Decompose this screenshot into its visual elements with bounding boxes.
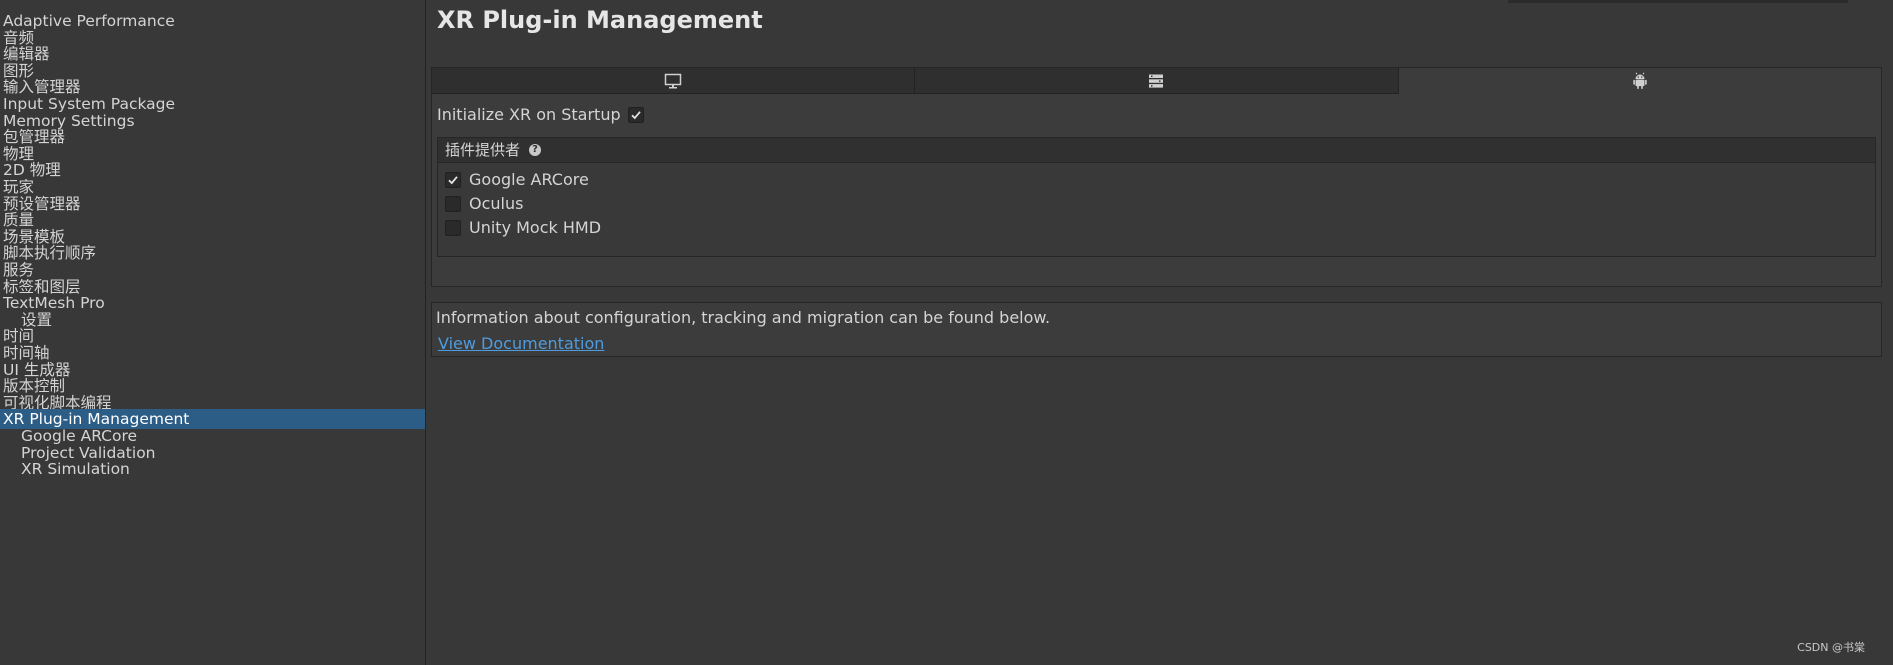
android-icon <box>1633 72 1647 89</box>
tab-dedicated-server[interactable] <box>915 68 1399 94</box>
plugin-providers-header: 插件提供者 ? <box>438 138 1875 163</box>
help-icon[interactable]: ? <box>529 144 541 156</box>
initialize-xr-checkbox[interactable] <box>628 107 644 123</box>
provider-row: Google ARCore <box>445 169 845 191</box>
provider-label: Unity Mock HMD <box>469 218 602 237</box>
server-icon <box>1149 74 1164 88</box>
plugin-providers-title: 插件提供者 <box>445 141 521 159</box>
provider-row: Oculus <box>445 193 845 215</box>
documentation-info-box: Information about configuration, trackin… <box>431 302 1882 357</box>
top-toolbar-edge <box>1508 0 1848 3</box>
tab-desktop[interactable] <box>432 68 916 94</box>
provider-row: Unity Mock HMD <box>445 217 845 239</box>
provider-checkbox[interactable] <box>445 196 461 212</box>
provider-checkbox[interactable] <box>445 172 461 188</box>
provider-checkbox[interactable] <box>445 220 461 236</box>
page-title: XR Plug-in Management <box>437 6 763 34</box>
initialize-xr-label: Initialize XR on Startup <box>437 105 621 124</box>
settings-sidebar: Adaptive Performance 音频 编辑器 图形 输入管理器 Input Sy… <box>0 0 426 665</box>
watermark: CSDN @书棠 <box>1797 641 1865 654</box>
main-panel: XR Plug-in Management Initialize XR on S… <box>426 0 1893 665</box>
monitor-icon <box>664 73 682 88</box>
tab-android[interactable] <box>1398 68 1881 94</box>
provider-label: Oculus <box>469 194 524 213</box>
info-text: Information about configuration, trackin… <box>436 308 1051 327</box>
view-documentation-link[interactable]: View Documentation <box>438 333 604 355</box>
xr-settings-panel: Initialize XR on Startup 插件提供者 ? Google … <box>431 67 1882 287</box>
plugin-providers-group: 插件提供者 ? Google ARCore Oculus Unity Mock HM… <box>437 137 1876 257</box>
sidebar-item[interactable]: XR Simulation <box>0 459 425 479</box>
platform-tab-bar <box>432 68 1881 94</box>
provider-label: Google ARCore <box>469 170 589 189</box>
